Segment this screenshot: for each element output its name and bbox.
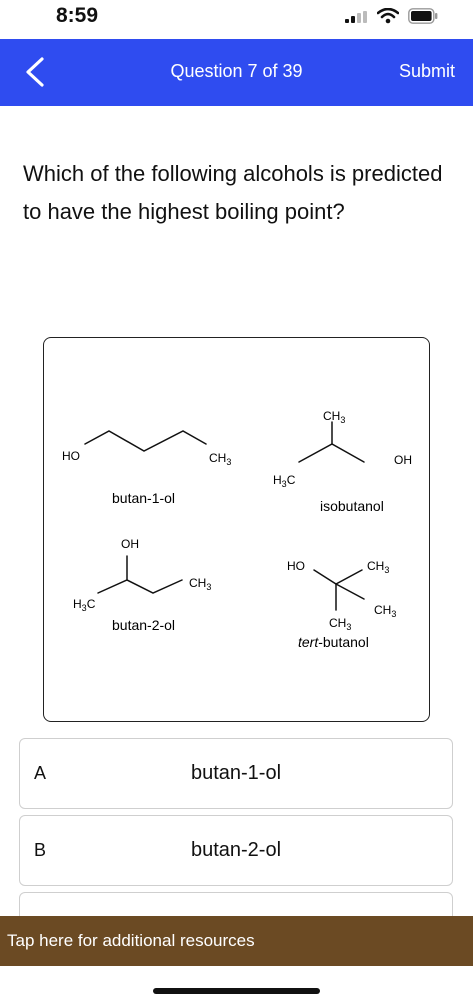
tertbutanol-ch3-a-label: CH3 — [367, 559, 389, 575]
nav-bar: Question 7 of 39 Submit — [0, 39, 473, 106]
isobutanol-oh-label: OH — [394, 453, 412, 467]
tertbutanol-ch3-c-label: CH3 — [329, 616, 351, 632]
tertbutanol-ho-label: HO — [287, 559, 305, 573]
battery-icon — [408, 8, 438, 24]
status-bar: 8:59 — [0, 0, 473, 38]
isobutanol-name: isobutanol — [320, 498, 384, 514]
butan2ol-name: butan-2-ol — [112, 617, 175, 633]
isobutanol-h3c-label: H3C — [273, 473, 296, 489]
butan1ol-name: butan-1-ol — [112, 490, 175, 506]
submit-button[interactable]: Submit — [399, 61, 455, 82]
butan2ol-h3c-label: H3C — [73, 597, 96, 613]
home-indicator[interactable] — [153, 988, 320, 994]
answer-option-a[interactable]: A butan-1-ol — [19, 738, 453, 809]
structures-diagram: HO CH3 butan-1-ol CH3 H3C OH isobutanol … — [62, 409, 412, 650]
question-text: Which of the following alcohols is predi… — [23, 161, 443, 224]
option-text: butan-2-ol — [190, 839, 282, 861]
tertbutanol-name: tert-butanol — [298, 634, 369, 650]
structures-figure: HO CH3 butan-1-ol CH3 H3C OH isobutanol … — [43, 337, 430, 722]
isobutanol-ch3-label: CH3 — [323, 409, 345, 425]
option-text: butan-1-ol — [190, 762, 282, 784]
status-time: 8:59 — [56, 4, 99, 27]
butan2ol-ch3-label: CH3 — [189, 576, 211, 592]
tertbutanol-ch3-b-label: CH3 — [374, 603, 396, 619]
answer-option-b[interactable]: B butan-2-ol — [19, 815, 453, 886]
butan1ol-ho-label: HO — [62, 449, 80, 463]
butan1ol-ch3-label: CH3 — [209, 451, 231, 467]
additional-resources-bar[interactable]: Tap here for additional resources — [0, 916, 473, 966]
butan2ol-oh-label: OH — [121, 537, 139, 551]
wifi-icon — [377, 8, 399, 24]
cellular-signal-icon — [345, 11, 367, 23]
resources-text: Tap here for additional resources — [7, 931, 255, 950]
